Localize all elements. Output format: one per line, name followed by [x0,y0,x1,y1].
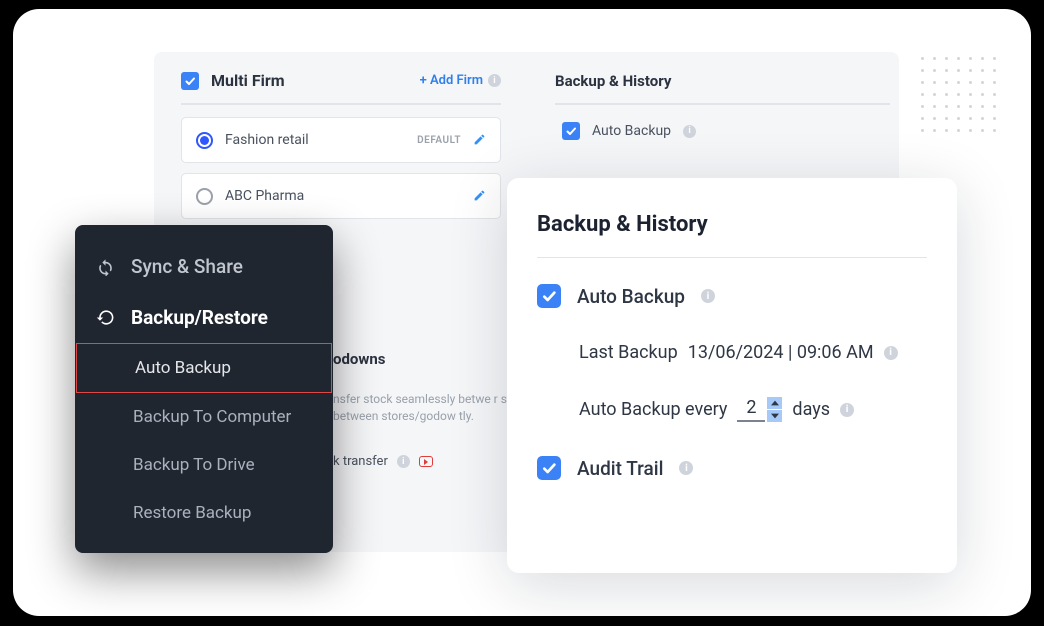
sidebar-label: Backup/Restore [131,306,268,329]
info-icon: i [683,125,696,138]
add-firm-label: + Add Firm [420,73,483,88]
firm-name: Fashion retail [225,132,309,148]
multi-firm-checkbox[interactable] [181,72,199,90]
auto-backup-label: Auto Backup [577,285,685,308]
sidebar-label: Backup To Computer [133,407,291,427]
backup-history-card: Backup & History Auto Backup i Last Back… [507,178,957,573]
divider [181,103,501,105]
days-value[interactable]: 2 [737,397,765,422]
sidebar-menu: Sync & Share Backup/Restore Auto Backup … [75,225,333,553]
add-firm-button[interactable]: + Add Firm i [420,73,501,88]
backup-history-title: Backup & History [537,212,927,237]
sidebar-label: Auto Backup [135,358,231,378]
audit-trail-checkbox[interactable] [537,456,561,480]
main-card: Multi Firm + Add Firm i Fashion retail D… [13,9,1031,616]
sidebar-label: Backup To Drive [133,455,255,475]
auto-backup-row-small: Auto Backup i [562,122,696,140]
info-icon: i [884,346,898,360]
last-backup-label: Last Backup [579,342,678,363]
play-icon[interactable] [419,456,433,467]
sidebar-sub-backup-computer[interactable]: Backup To Computer [75,393,333,441]
firm-name: ABC Pharma [225,188,304,204]
auto-backup-row: Auto Backup i [537,284,927,308]
info-icon: i [701,289,715,303]
firm-list: Fashion retail DEFAULT ABC Pharma [181,117,501,229]
edit-icon[interactable] [473,187,486,206]
firm-item[interactable]: Fashion retail DEFAULT [181,117,501,163]
sync-icon [95,257,115,277]
firm-item[interactable]: ABC Pharma [181,173,501,219]
sidebar-sub-restore-backup[interactable]: Restore Backup [75,489,333,537]
backup-history-title-small: Backup & History [555,72,671,90]
last-backup-value: 13/06/2024 | 09:06 AM [688,342,874,363]
sidebar-label: Sync & Share [131,255,243,278]
info-icon: i [397,455,410,468]
divider [537,257,927,258]
edit-icon[interactable] [473,131,486,150]
auto-backup-checkbox[interactable] [537,284,561,308]
godown-title: odowns [333,350,386,368]
sidebar-item-sync[interactable]: Sync & Share [75,241,333,292]
frequency-prefix: Auto Backup every [579,399,727,420]
radio-selected[interactable] [196,132,213,149]
audit-trail-row: Audit Trail i [537,456,927,480]
last-backup-row: Last Backup 13/06/2024 | 09:06 AM i [537,342,927,363]
radio-unselected[interactable] [196,188,213,205]
divider [555,103,890,105]
sidebar-sub-auto-backup[interactable]: Auto Backup [76,343,332,393]
dots-decoration [921,57,1005,141]
godown-transfer-row: k transfer i [333,454,433,469]
multi-firm-title: Multi Firm [211,71,285,90]
backup-frequency-row: Auto Backup every 2 days i [537,397,927,422]
info-icon: i [488,74,501,87]
info-icon: i [679,461,693,475]
auto-backup-checkbox-small[interactable] [562,122,580,140]
sidebar-label: Restore Backup [133,503,251,523]
audit-trail-label: Audit Trail [577,457,663,480]
spinner-up[interactable] [767,397,782,409]
restore-icon [95,308,115,328]
info-icon: i [840,403,854,417]
multi-firm-header: Multi Firm + Add Firm i [181,71,501,90]
godown-transfer-label: k transfer [333,454,388,469]
spinner-down[interactable] [767,410,782,422]
default-tag: DEFAULT [417,135,461,146]
frequency-suffix: days [792,399,830,420]
sidebar-sub-backup-drive[interactable]: Backup To Drive [75,441,333,489]
days-spinner [767,397,782,422]
auto-backup-label-small: Auto Backup [592,123,671,139]
sidebar-item-backup-restore[interactable]: Backup/Restore [75,292,333,343]
days-input[interactable]: 2 [737,397,782,422]
